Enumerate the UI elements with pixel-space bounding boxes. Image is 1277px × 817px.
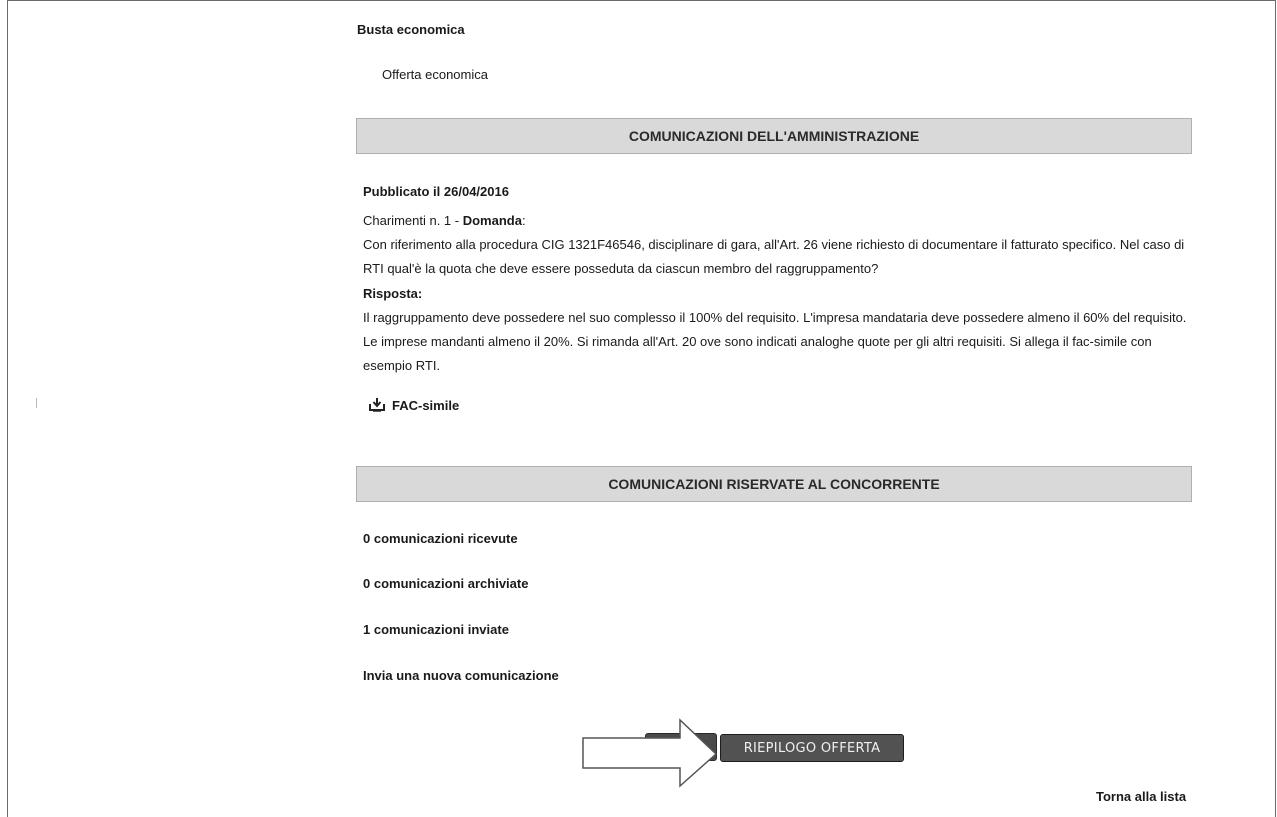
reserved-communications-header: COMUNICAZIONI RISERVATE AL CONCORRENTE xyxy=(356,466,1192,502)
download-icon xyxy=(369,398,385,412)
received-communications-link[interactable]: 0 comunicazioni ricevute xyxy=(363,531,518,546)
offer-summary-button[interactable]: RIEPILOGO OFFERTA xyxy=(720,734,904,762)
sent-communications-link[interactable]: 1 comunicazioni inviate xyxy=(363,622,509,637)
archived-communications-link[interactable]: 0 comunicazioni archiviate xyxy=(363,576,528,591)
busta-title: Busta economica xyxy=(357,22,465,37)
question-label: Domanda xyxy=(462,213,522,228)
question-suffix: : xyxy=(521,213,526,228)
busta-item-link[interactable]: Offerta economica xyxy=(382,67,488,82)
fac-simile-label: FAC-simile xyxy=(392,397,460,413)
question-text: Con riferimento alla procedura CIG 1321F… xyxy=(363,237,1185,276)
pointer-arrow-icon xyxy=(582,718,718,788)
fac-simile-link[interactable]: FAC-simile xyxy=(368,397,459,413)
answer-text: Il raggruppamento deve possedere nel suo… xyxy=(363,310,1187,373)
back-to-list-link[interactable]: Torna alla lista xyxy=(1096,789,1186,804)
question-line: Charimenti n. 1 - Domanda: xyxy=(363,209,1193,233)
published-date: Pubblicato il 26/04/2016 xyxy=(363,184,509,199)
answer-label: Risposta: xyxy=(363,286,423,301)
admin-communications-header: COMUNICAZIONI DELL'AMMINISTRAZIONE xyxy=(356,118,1192,154)
left-edge-mark xyxy=(36,398,37,408)
question-prefix: Charimenti n. 1 - xyxy=(363,213,463,228)
new-communication-link[interactable]: Invia una nuova comunicazione xyxy=(363,667,559,681)
